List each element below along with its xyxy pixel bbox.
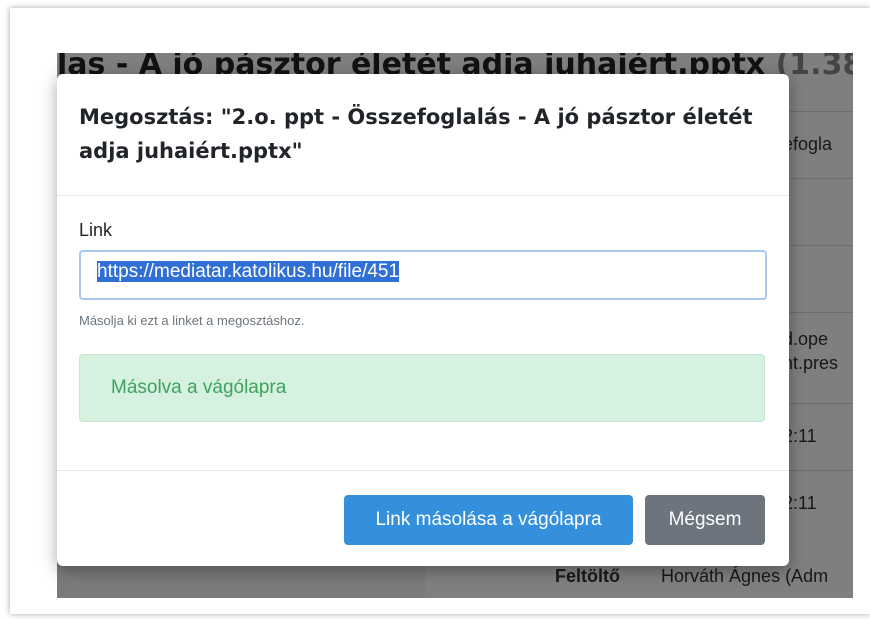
cancel-button[interactable]: Mégsem: [645, 495, 765, 545]
link-label: Link: [79, 220, 113, 240]
copied-alert-text: Másolva a vágólapra: [111, 377, 287, 398]
link-input[interactable]: https://mediatar.katolikus.hu/file/451: [79, 250, 767, 300]
share-modal: Megosztás: "2.o. ppt - Összefoglalás - A…: [57, 74, 789, 566]
modal-title: Megosztás: "2.o. ppt - Összefoglalás - A…: [79, 105, 753, 163]
copied-alert: Másolva a vágólapra: [79, 354, 765, 422]
copy-link-button[interactable]: Link másolása a vágólapra: [344, 495, 633, 545]
modal-header: Megosztás: "2.o. ppt - Összefoglalás - A…: [57, 74, 789, 196]
link-input-value: https://mediatar.katolikus.hu/file/451: [97, 261, 400, 282]
screenshot-frame: las - A jó pásztor életét adja juhaiért.…: [10, 8, 870, 614]
modal-footer: Link másolása a vágólapra Mégsem: [57, 470, 789, 566]
link-help-text: Másolja ki ezt a linket a megosztáshoz.: [79, 313, 305, 328]
modal-body: Link https://mediatar.katolikus.hu/file/…: [79, 220, 767, 422]
